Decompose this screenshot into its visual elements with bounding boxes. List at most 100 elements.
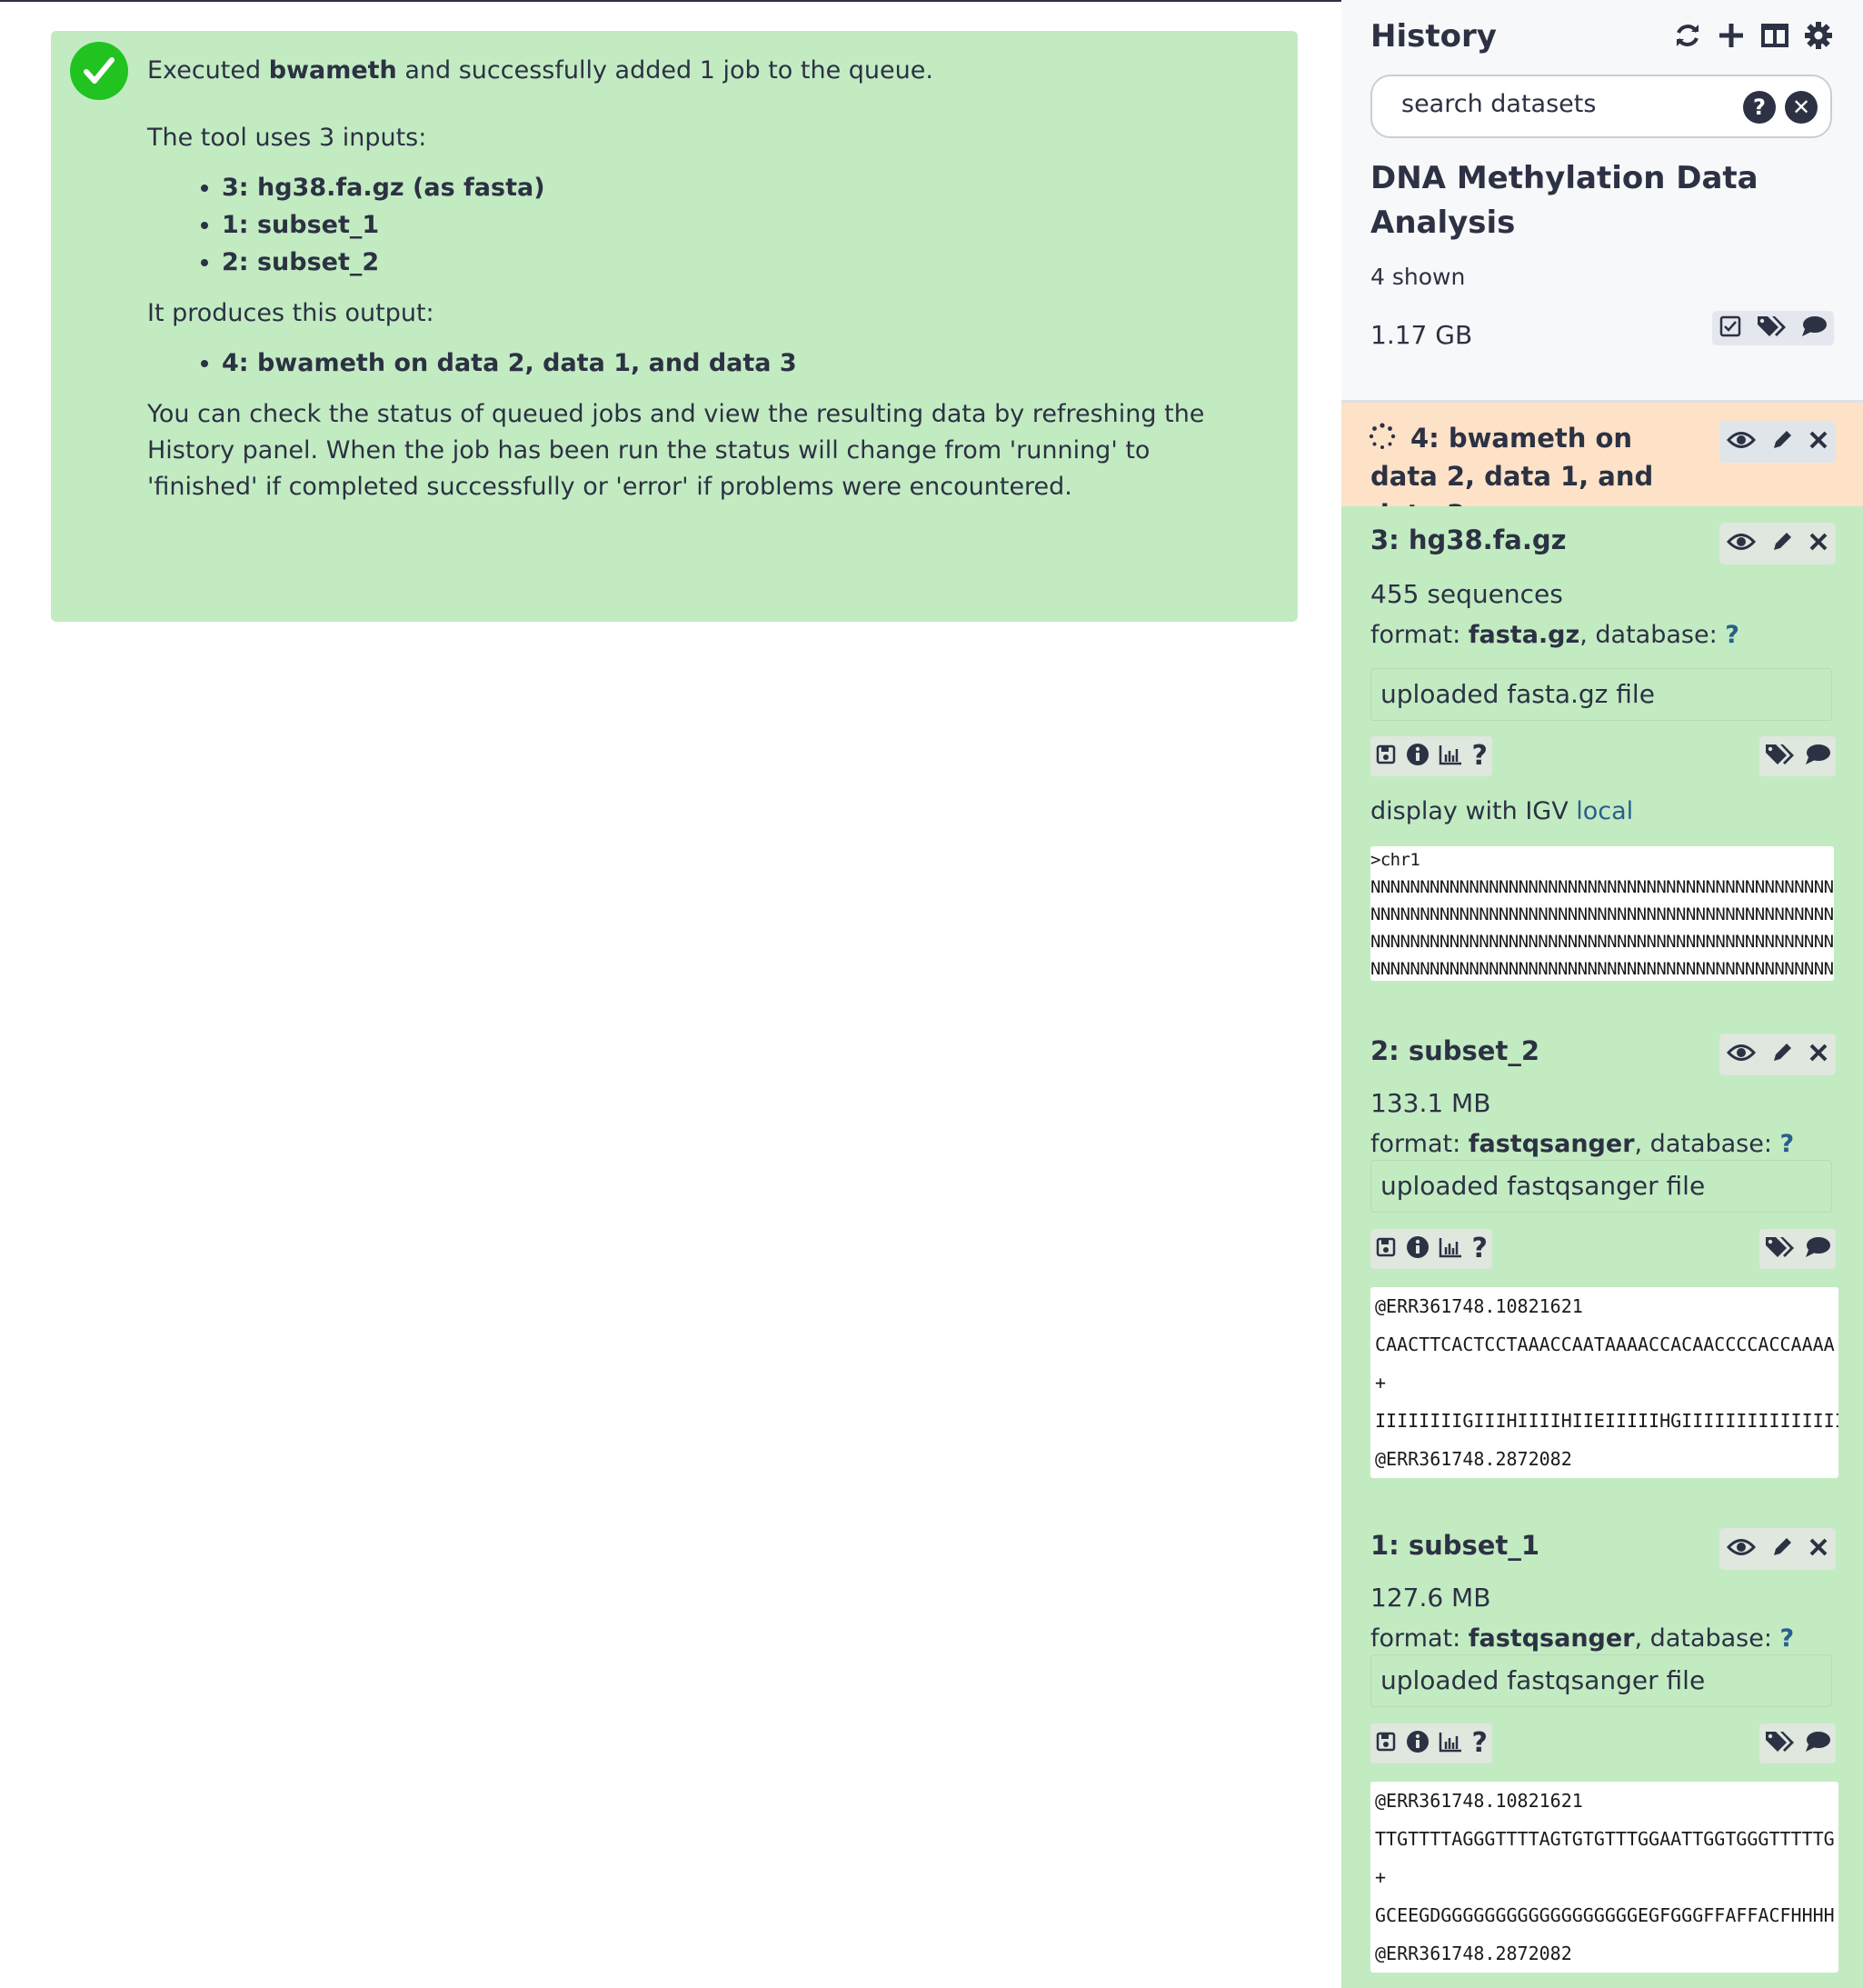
database-link[interactable]: ? — [1780, 1130, 1795, 1158]
history-size: 1.17 GB — [1370, 320, 1473, 350]
database-link[interactable]: ? — [1725, 621, 1739, 649]
message-line-1: Executed bwameth and successfully added … — [147, 56, 933, 85]
dataset-item-1: 1: subset_1 127.6 MB format: fastqsanger… — [1341, 1488, 1863, 1988]
comment-icon[interactable] — [1804, 743, 1831, 770]
database-link[interactable]: ? — [1780, 1624, 1795, 1653]
dataset-item-2: 2: subset_2 133.1 MB format: fastqsanger… — [1341, 994, 1863, 1488]
clear-icon[interactable]: ✕ — [1785, 91, 1818, 124]
question-icon[interactable]: ? — [1471, 1730, 1487, 1757]
success-message: Executed bwameth and successfully added … — [51, 31, 1298, 622]
delete-icon[interactable] — [1808, 532, 1828, 555]
comment-icon[interactable] — [1804, 1730, 1831, 1757]
comment-icon[interactable] — [1804, 1235, 1831, 1263]
refresh-icon[interactable] — [1672, 20, 1703, 51]
dataset-peek: @ERR361748.10821621 CAACTTCACTCCTAAACCAA… — [1370, 1287, 1838, 1478]
peek-line: NNNNNNNNNNNNNNNNNNNNNNNNNNNNNNNNNNNNNNNN… — [1370, 932, 1834, 952]
dataset-tools: ? — [1370, 1723, 1492, 1763]
dataset-format: format: fasta.gz, database: ? — [1370, 621, 1739, 649]
delete-icon[interactable] — [1808, 1537, 1828, 1561]
dataset-tools: ? — [1370, 1229, 1492, 1269]
dataset-item-4[interactable]: 4: bwameth on data 2, data 1, and data 3 — [1341, 403, 1863, 530]
pencil-icon[interactable] — [1770, 530, 1794, 557]
save-icon[interactable] — [1375, 1236, 1397, 1262]
dataset-upload-info: uploaded fastqsanger file — [1370, 1160, 1832, 1213]
eye-icon[interactable] — [1726, 1537, 1757, 1561]
info-icon[interactable] — [1406, 1730, 1430, 1757]
peek-line: >chr1 — [1370, 850, 1420, 870]
dataset-title[interactable]: 3: hg38.fa.gz — [1370, 521, 1698, 559]
history-actions — [1712, 311, 1834, 345]
pencil-icon[interactable] — [1770, 1535, 1794, 1563]
input-item: 1: subset_1 — [222, 206, 1261, 244]
inputs-list: 3: hg38.fa.gz (as fasta) 1: subset_1 2: … — [147, 169, 1261, 281]
status-note: You can check the status of queued jobs … — [147, 400, 1205, 501]
dataset-peek: @ERR361748.10821621 TTGTTTTAGGGTTTTAGTGT… — [1370, 1782, 1838, 1973]
question-icon[interactable]: ? — [1471, 1235, 1487, 1263]
columns-icon[interactable] — [1759, 20, 1790, 51]
gear-icon[interactable] — [1803, 20, 1834, 51]
delete-icon[interactable] — [1808, 430, 1828, 454]
window-top-border — [0, 0, 1341, 2]
tags-icon[interactable] — [1756, 314, 1787, 343]
output-item: 4: bwameth on data 2, data 1, and data 3 — [222, 345, 1261, 382]
dataset-actions — [1719, 421, 1836, 463]
history-panel: History ? ✕ DNA Methylation Data Analysi… — [1341, 0, 1863, 1988]
pencil-icon[interactable] — [1770, 428, 1794, 455]
history-header: History — [1370, 18, 1497, 55]
dataset-format: format: fastqsanger, database: ? — [1370, 1130, 1795, 1158]
dataset-title[interactable]: 2: subset_2 — [1370, 1032, 1698, 1070]
dataset-annotations — [1759, 736, 1836, 776]
inputs-intro: The tool uses 3 inputs: — [147, 124, 427, 152]
dataset-info: 455 sequences — [1370, 579, 1563, 609]
peek-line: NNNNNNNNNNNNNNNNNNNNNNNNNNNNNNNNNNNNNNNN… — [1370, 904, 1834, 924]
plus-icon[interactable] — [1716, 20, 1747, 51]
info-icon[interactable] — [1406, 1235, 1430, 1263]
comment-icon[interactable] — [1800, 315, 1828, 342]
peek-line: + — [1375, 1372, 1387, 1394]
question-icon[interactable]: ? — [1471, 743, 1487, 770]
tags-icon[interactable] — [1764, 1234, 1795, 1264]
history-name[interactable]: DNA Methylation Data Analysis — [1370, 156, 1807, 245]
eye-icon[interactable] — [1726, 532, 1757, 555]
dataset-actions — [1719, 1528, 1836, 1570]
check-icon — [70, 42, 128, 100]
outputs-list: 4: bwameth on data 2, data 1, and data 3 — [147, 345, 1261, 382]
save-icon[interactable] — [1375, 1731, 1397, 1756]
input-item: 2: subset_2 — [222, 244, 1261, 281]
chart-icon[interactable] — [1439, 1236, 1462, 1262]
select-checkbox-icon[interactable] — [1719, 315, 1742, 342]
tags-icon[interactable] — [1764, 1729, 1795, 1758]
dataset-info: 127.6 MB — [1370, 1583, 1491, 1613]
peek-line: @ERR361748.10821621 — [1375, 1295, 1583, 1317]
pencil-icon[interactable] — [1770, 1041, 1794, 1068]
peek-line: NNNNNNNNNNNNNNNNNNNNNNNNNNNNNNNNNNNNNNNN… — [1370, 959, 1834, 979]
dataset-title[interactable]: 1: subset_1 — [1370, 1526, 1698, 1564]
dataset-item-3: 3: hg38.fa.gz 455 sequences format: fast… — [1341, 506, 1863, 994]
peek-line: GCEEGDGGGGGGGGGGGGGGGGGGEGFGGGFFAFFACFHH… — [1375, 1904, 1835, 1926]
peek-line: IIIIIIIIGIIIHIIIIHIIEIIIIIHGIIIIIIIIIIII… — [1375, 1410, 1838, 1432]
input-item: 3: hg38.fa.gz (as fasta) — [222, 169, 1261, 206]
tags-icon[interactable] — [1764, 742, 1795, 771]
eye-icon[interactable] — [1726, 430, 1757, 454]
search-box: ? ✕ — [1370, 75, 1832, 138]
eye-icon[interactable] — [1726, 1043, 1757, 1066]
peek-line: + — [1375, 1866, 1387, 1888]
search-input[interactable] — [1400, 89, 1712, 119]
dataset-upload-info: uploaded fasta.gz file — [1370, 668, 1832, 721]
dataset-actions — [1719, 1034, 1836, 1075]
dataset-annotations — [1759, 1229, 1836, 1269]
peek-line: NNNNNNNNNNNNNNNNNNNNNNNNNNNNNNNNNNNNNNNN… — [1370, 877, 1834, 897]
dataset-tools: ? — [1370, 736, 1492, 776]
igv-local-link[interactable]: local — [1576, 797, 1633, 825]
save-icon[interactable] — [1375, 744, 1397, 769]
info-icon[interactable] — [1406, 743, 1430, 770]
dataset-actions — [1719, 523, 1836, 564]
tool-name: bwameth — [268, 56, 397, 85]
help-icon[interactable]: ? — [1743, 91, 1776, 124]
chart-icon[interactable] — [1439, 744, 1462, 769]
chart-icon[interactable] — [1439, 1731, 1462, 1756]
peek-line: CAACTTCACTCCTAAACCAATAAAACCACAACCCCACCAA… — [1375, 1334, 1835, 1355]
peek-line: TTGTTTTAGGGTTTTAGTGTGTTTGGAATTGGTGGGTTTT… — [1375, 1828, 1835, 1850]
delete-icon[interactable] — [1808, 1043, 1828, 1066]
peek-line: @ERR361748.2872082 — [1375, 1448, 1572, 1470]
